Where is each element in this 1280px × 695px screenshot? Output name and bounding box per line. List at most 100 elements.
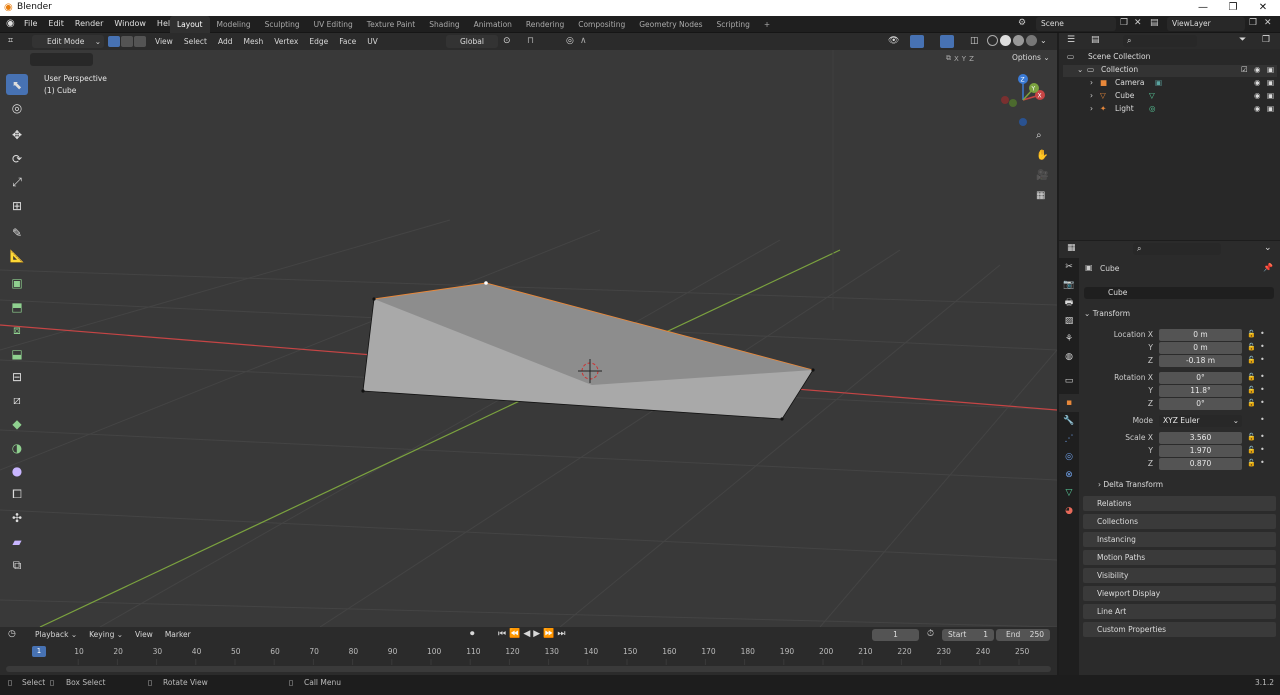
menu-file[interactable]: File: [24, 19, 37, 28]
tab-rendering[interactable]: Rendering: [519, 16, 571, 33]
record-icon[interactable]: ⏺: [470, 629, 475, 639]
delta-transform-subpanel[interactable]: › Delta Transform: [1098, 480, 1163, 489]
loop-cut-tool-icon[interactable]: ⊟: [6, 367, 28, 388]
filter-icon[interactable]: ⏷: [1239, 35, 1246, 45]
checkbox-icon[interactable]: ☑: [1241, 65, 1248, 74]
view-layer-icon[interactable]: ▤: [1150, 18, 1159, 28]
keyframe-dot-icon[interactable]: •: [1260, 445, 1265, 454]
expand-arrow-icon[interactable]: ›: [1090, 78, 1093, 87]
eye-icon[interactable]: ◉: [1254, 78, 1261, 87]
mode-dropdown[interactable]: Edit Mode ⌄: [32, 35, 104, 48]
panel-motion-paths[interactable]: Motion Paths: [1083, 550, 1276, 565]
properties-editor-icon[interactable]: ▦: [1067, 243, 1076, 253]
menu-render[interactable]: Render: [75, 19, 103, 28]
tab-scripting[interactable]: Scripting: [710, 16, 757, 33]
collection-tab-icon[interactable]: ▭: [1059, 372, 1079, 390]
display-mode-icon[interactable]: ▤: [1091, 35, 1100, 45]
modifier-tab-icon[interactable]: 🔧: [1059, 412, 1079, 430]
falloff-icon[interactable]: ∧: [580, 36, 587, 46]
rip-tool-icon[interactable]: ⧉: [6, 555, 28, 576]
menu-view[interactable]: View: [155, 37, 173, 46]
menu-vertex[interactable]: Vertex: [274, 37, 298, 46]
material-shading-icon[interactable]: [1013, 35, 1024, 46]
pivot-icon[interactable]: ⊙: [503, 36, 511, 46]
keyframe-dot-icon[interactable]: •: [1260, 329, 1265, 338]
current-frame-field[interactable]: 1: [872, 629, 919, 641]
panel-line-art[interactable]: Line Art: [1083, 604, 1276, 619]
remove-view-layer-icon[interactable]: ✕: [1264, 18, 1272, 28]
edge-select-button[interactable]: [121, 36, 133, 47]
tab-geometry-nodes[interactable]: Geometry Nodes: [632, 16, 709, 33]
pin-icon[interactable]: 📌: [1263, 263, 1273, 272]
knife-tool-icon[interactable]: ⧄: [6, 390, 28, 411]
outliner-search-input[interactable]: ⌕: [1123, 35, 1197, 47]
tab-layout[interactable]: Layout: [170, 16, 210, 33]
snap-icon[interactable]: ⊓: [527, 36, 534, 46]
vertex-select-button[interactable]: [108, 36, 120, 47]
menu-select[interactable]: Select: [184, 37, 207, 46]
tab-uv-editing[interactable]: UV Editing: [307, 16, 360, 33]
lock-icon[interactable]: 🔓: [1247, 330, 1256, 338]
menu-mesh[interactable]: Mesh: [243, 37, 263, 46]
outliner-collection[interactable]: ⌄ ▭ Collection ☑ ◉ ▣: [1063, 65, 1277, 77]
gizmo-toggle-button[interactable]: [910, 35, 924, 48]
lock-icon[interactable]: 🔓: [1247, 356, 1256, 364]
outliner-item-cube[interactable]: › ▽ Cube ▽ ◉ ▣: [1063, 91, 1277, 103]
prev-keyframe-icon[interactable]: ⏪: [509, 629, 520, 639]
menu-face[interactable]: Face: [339, 37, 356, 46]
active-vertex[interactable]: [484, 281, 488, 285]
tab-compositing[interactable]: Compositing: [571, 16, 632, 33]
scale-z-field[interactable]: 0.870: [1159, 458, 1242, 470]
scene-icon[interactable]: ⚙: [1018, 18, 1026, 28]
start-frame-field[interactable]: Start 1: [942, 629, 994, 641]
keyframe-dot-icon[interactable]: •: [1260, 372, 1265, 381]
new-view-layer-icon[interactable]: ❐: [1249, 18, 1257, 28]
rotation-mode-dropdown[interactable]: XYZ Euler ⌄: [1159, 415, 1242, 427]
new-collection-icon[interactable]: ❐: [1262, 35, 1270, 45]
new-scene-icon[interactable]: ❐: [1120, 18, 1128, 28]
blender-menu-icon[interactable]: ◉: [6, 18, 15, 29]
shrink-fatten-tool-icon[interactable]: ✣: [6, 508, 28, 529]
face-select-button[interactable]: [134, 36, 146, 47]
add-cube-tool-icon[interactable]: ▣: [6, 273, 28, 294]
jump-start-icon[interactable]: ⏮: [498, 629, 506, 639]
tab-sculpting[interactable]: Sculpting: [258, 16, 307, 33]
next-keyframe-icon[interactable]: ⏩: [543, 629, 554, 639]
bevel-tool-icon[interactable]: ⬓: [6, 343, 28, 364]
lock-icon[interactable]: 🔓: [1247, 399, 1256, 407]
3d-viewport[interactable]: Z X Y User Perspective (1) Cube ⧉ X Y Z …: [0, 50, 1057, 627]
lock-icon[interactable]: 🔓: [1247, 459, 1256, 467]
smooth-tool-icon[interactable]: ●: [6, 461, 28, 482]
move-tool-icon[interactable]: ✥: [6, 125, 28, 146]
panel-instancing[interactable]: Instancing: [1083, 532, 1276, 547]
axis-x-toggle[interactable]: X: [954, 55, 959, 63]
annotate-tool-icon[interactable]: ✎: [6, 222, 28, 243]
play-icon[interactable]: ▶: [533, 629, 540, 639]
add-workspace-button[interactable]: +: [757, 16, 777, 33]
panel-viewport-display[interactable]: Viewport Display: [1083, 586, 1276, 601]
panel-relations[interactable]: Relations: [1083, 496, 1276, 511]
eye-icon[interactable]: ◉: [1254, 104, 1261, 113]
panel-visibility[interactable]: Visibility: [1083, 568, 1276, 583]
edge-slide-tool-icon[interactable]: ⧠: [6, 484, 28, 505]
expand-arrow-icon[interactable]: ›: [1090, 104, 1093, 113]
maximize-button[interactable]: ❐: [1218, 0, 1248, 16]
tab-modeling[interactable]: Modeling: [210, 16, 258, 33]
menu-add[interactable]: Add: [218, 37, 233, 46]
location-y-field[interactable]: 0 m: [1159, 342, 1242, 354]
timeline-area[interactable]: 10 20 30 40 50 60 70 80 90 100 110 120 130 140 150 160 1…: [0, 643, 1057, 675]
render-tab-icon[interactable]: 📷: [1059, 276, 1079, 294]
measure-tool-icon[interactable]: 📐: [6, 246, 28, 267]
shear-tool-icon[interactable]: ▰: [6, 531, 28, 552]
scene-tab-icon[interactable]: ⚘: [1059, 330, 1079, 348]
minimize-button[interactable]: —: [1188, 0, 1218, 16]
grid-ortho-icon[interactable]: ▦: [1036, 190, 1045, 201]
panel-custom-properties[interactable]: Custom Properties: [1083, 622, 1276, 637]
navigation-gizmo[interactable]: Z X Y: [1001, 74, 1045, 126]
camera-render-icon[interactable]: ▣: [1267, 65, 1274, 74]
rotation-y-field[interactable]: 11.8°: [1159, 385, 1242, 397]
location-x-field[interactable]: 0 m: [1159, 329, 1242, 341]
solid-shading-icon[interactable]: [1000, 35, 1011, 46]
tab-animation[interactable]: Animation: [467, 16, 519, 33]
properties-search-input[interactable]: ⌕: [1133, 243, 1221, 255]
